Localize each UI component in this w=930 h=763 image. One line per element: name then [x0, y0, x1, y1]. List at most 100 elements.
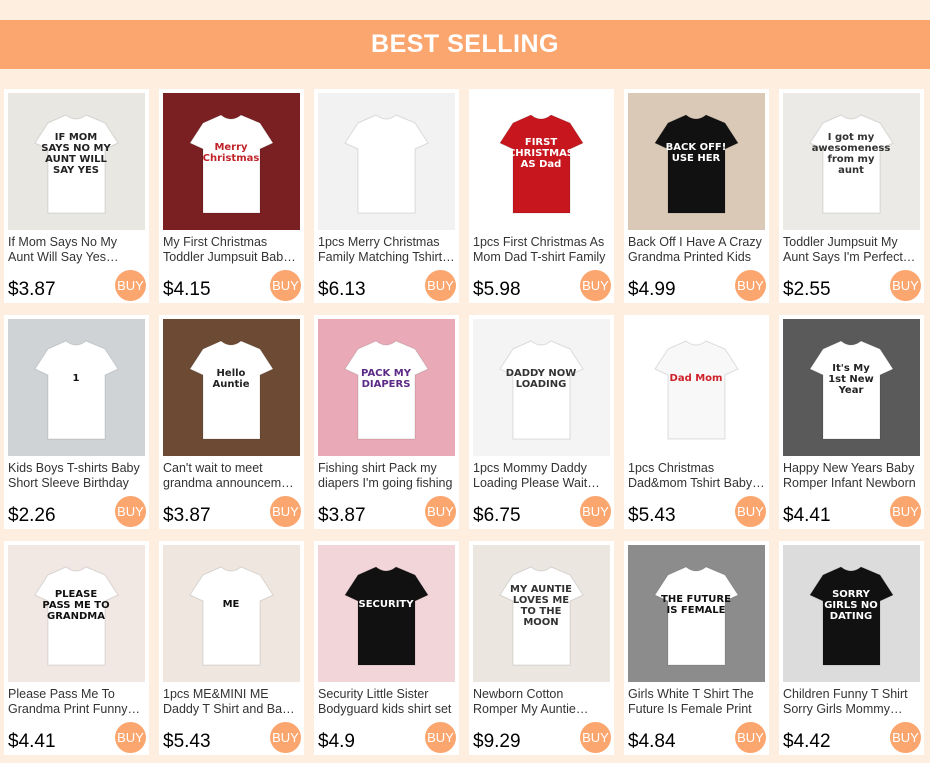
product-title[interactable]: 1pcs Christmas Dad&mom Tshirt Baby Rompe… [628, 461, 765, 491]
product-card[interactable]: ME 1pcs ME&MINI ME Daddy T Shirt and Bab… [159, 541, 304, 755]
product-price: $6.75 [473, 505, 521, 526]
product-price: $4.41 [8, 731, 56, 752]
product-price: $4.99 [628, 279, 676, 300]
buy-button[interactable]: BUY [425, 496, 456, 527]
product-image[interactable]: THE FUTURE IS FEMALE [628, 545, 765, 682]
product-card[interactable]: Hello Auntie Can't wait to meet grandma a… [159, 315, 304, 529]
buy-button[interactable]: BUY [115, 496, 146, 527]
product-image[interactable]: 1 [8, 319, 145, 456]
svg-text:Year: Year [838, 385, 864, 396]
product-image[interactable]: SECURITY [318, 545, 455, 682]
svg-text:PLEASE: PLEASE [55, 589, 97, 600]
product-image[interactable]: PACK MY DIAPERS [318, 319, 455, 456]
product-title[interactable]: Fishing shirt Pack my diapers I'm going … [318, 461, 455, 491]
product-image[interactable]: It's My 1st New Year [783, 319, 920, 456]
svg-text:SAYS NO MY: SAYS NO MY [41, 143, 111, 154]
product-price: $4.42 [783, 731, 831, 752]
product-title[interactable]: Security Little Sister Bodyguard kids sh… [318, 687, 455, 717]
product-card[interactable]: FIRST CHRISTMAS AS Dad 1pcs First Christma… [469, 89, 614, 303]
product-image[interactable]: I got my awesomeness from my aunt [783, 93, 920, 230]
product-title[interactable]: 1pcs Merry Christmas Family Matching Tsh… [318, 235, 455, 265]
svg-text:MY AUNTIE: MY AUNTIE [510, 584, 572, 595]
product-card[interactable]: SORRY GIRLS NO DATING Children Funny T Shi… [779, 541, 924, 755]
buy-button[interactable]: BUY [890, 496, 921, 527]
product-card[interactable]: 1pcs Merry Christmas Family Matching Tsh… [314, 89, 459, 303]
product-image[interactable]: IF MOM SAYS NO MY AUNT WILL SAY YES [8, 93, 145, 230]
product-price: $3.87 [163, 505, 211, 526]
product-title[interactable]: Girls White T Shirt The Future Is Female… [628, 687, 765, 717]
product-price: $6.13 [318, 279, 366, 300]
buy-button[interactable]: BUY [270, 722, 301, 753]
product-title[interactable]: If Mom Says No My Aunt Will Say Yes Prin… [8, 235, 145, 265]
product-title[interactable]: Toddler Jumpsuit My Aunt Says I'm Perfec… [783, 235, 920, 265]
product-image[interactable]: PLEASE PASS ME TO GRANDMA [8, 545, 145, 682]
svg-text:THE FUTURE: THE FUTURE [661, 594, 731, 605]
product-image[interactable]: Merry Christmas [163, 93, 300, 230]
svg-text:DIAPERS: DIAPERS [362, 379, 411, 390]
product-image[interactable] [318, 93, 455, 230]
buy-button[interactable]: BUY [270, 496, 301, 527]
product-title[interactable]: Can't wait to meet grandma announcement … [163, 461, 300, 491]
svg-text:IS FEMALE: IS FEMALE [667, 605, 726, 616]
product-title[interactable]: Back Off I Have A Crazy Grandma Printed … [628, 235, 765, 265]
buy-button[interactable]: BUY [425, 270, 456, 301]
product-image[interactable]: SORRY GIRLS NO DATING [783, 545, 920, 682]
product-image[interactable]: MY AUNTIE LOVES ME TO THE MOON [473, 545, 610, 682]
product-image[interactable]: DADDY NOW LOADING [473, 319, 610, 456]
buy-button[interactable]: BUY [425, 722, 456, 753]
product-card[interactable]: I got my awesomeness from my aunt Toddler J… [779, 89, 924, 303]
buy-button[interactable]: BUY [115, 270, 146, 301]
svg-text:awesomeness: awesomeness [812, 143, 891, 154]
product-image[interactable]: FIRST CHRISTMAS AS Dad [473, 93, 610, 230]
product-title[interactable]: Please Pass Me To Grandma Print Funny Ba… [8, 687, 145, 717]
product-price: $5.43 [163, 731, 211, 752]
product-title[interactable]: 1pcs First Christmas As Mom Dad T-shirt … [473, 235, 610, 265]
buy-button[interactable]: BUY [580, 722, 611, 753]
product-card[interactable]: Merry Christmas My First Christmas Toddle… [159, 89, 304, 303]
product-card[interactable]: IF MOM SAYS NO MY AUNT WILL SAY YES If Mom … [4, 89, 149, 303]
product-price: $2.55 [783, 279, 831, 300]
buy-button[interactable]: BUY [270, 270, 301, 301]
svg-text:Merry: Merry [214, 142, 248, 153]
product-card[interactable]: PLEASE PASS ME TO GRANDMA Please Pass Me T… [4, 541, 149, 755]
svg-text:FIRST: FIRST [525, 137, 557, 148]
svg-text:SECURITY: SECURITY [359, 599, 415, 610]
svg-text:GIRLS NO: GIRLS NO [824, 600, 878, 611]
buy-button[interactable]: BUY [890, 722, 921, 753]
svg-text:It's My: It's My [832, 363, 870, 374]
product-card[interactable]: Dad Mom 1pcs Christmas Dad&mom Tshirt Ba… [624, 315, 769, 529]
product-card[interactable]: THE FUTURE IS FEMALE Girls White T Shirt … [624, 541, 769, 755]
product-title[interactable]: Children Funny T Shirt Sorry Girls Mommy… [783, 687, 920, 717]
svg-text:Auntie: Auntie [213, 379, 250, 390]
svg-text:1: 1 [73, 373, 80, 384]
buy-button[interactable]: BUY [890, 270, 921, 301]
buy-button[interactable]: BUY [580, 270, 611, 301]
svg-text:SAY YES: SAY YES [53, 165, 99, 176]
buy-button[interactable]: BUY [735, 722, 766, 753]
product-image[interactable]: Hello Auntie [163, 319, 300, 456]
buy-button[interactable]: BUY [735, 270, 766, 301]
product-title[interactable]: Happy New Years Baby Romper Infant Newbo… [783, 461, 920, 491]
buy-button[interactable]: BUY [735, 496, 766, 527]
product-title[interactable]: 1pcs ME&MINI ME Daddy T Shirt and Baby R… [163, 687, 300, 717]
product-image[interactable]: ME [163, 545, 300, 682]
product-title[interactable]: 1pcs Mommy Daddy Loading Please Wait Fam… [473, 461, 610, 491]
product-title[interactable]: Kids Boys T-shirts Baby Short Sleeve Bir… [8, 461, 145, 491]
product-price: $9.29 [473, 731, 521, 752]
svg-text:USE HER: USE HER [672, 153, 721, 164]
product-card[interactable]: PACK MY DIAPERS Fishing shirt Pack my dia… [314, 315, 459, 529]
buy-button[interactable]: BUY [580, 496, 611, 527]
product-image[interactable]: BACK OFF! USE HER [628, 93, 765, 230]
product-card[interactable]: BACK OFF! USE HER Back Off I Have A Crazy… [624, 89, 769, 303]
product-image[interactable]: Dad Mom [628, 319, 765, 456]
svg-text:SORRY: SORRY [832, 589, 871, 600]
product-card[interactable]: DADDY NOW LOADING 1pcs Mommy Daddy Loadin… [469, 315, 614, 529]
buy-button[interactable]: BUY [115, 722, 146, 753]
product-card[interactable]: 1 Kids Boys T-shirts Baby Short Sleeve B… [4, 315, 149, 529]
product-card[interactable]: SECURITY Security Little Sister Bodyguar… [314, 541, 459, 755]
svg-text:AS Dad: AS Dad [521, 159, 562, 170]
product-title[interactable]: My First Christmas Toddler Jumpsuit Baby… [163, 235, 300, 265]
product-title[interactable]: Newborn Cotton Romper My Auntie Loves Me [473, 687, 610, 717]
product-card[interactable]: It's My 1st New Year Happy New Years Baby … [779, 315, 924, 529]
product-card[interactable]: MY AUNTIE LOVES ME TO THE MOON Newborn Cott… [469, 541, 614, 755]
